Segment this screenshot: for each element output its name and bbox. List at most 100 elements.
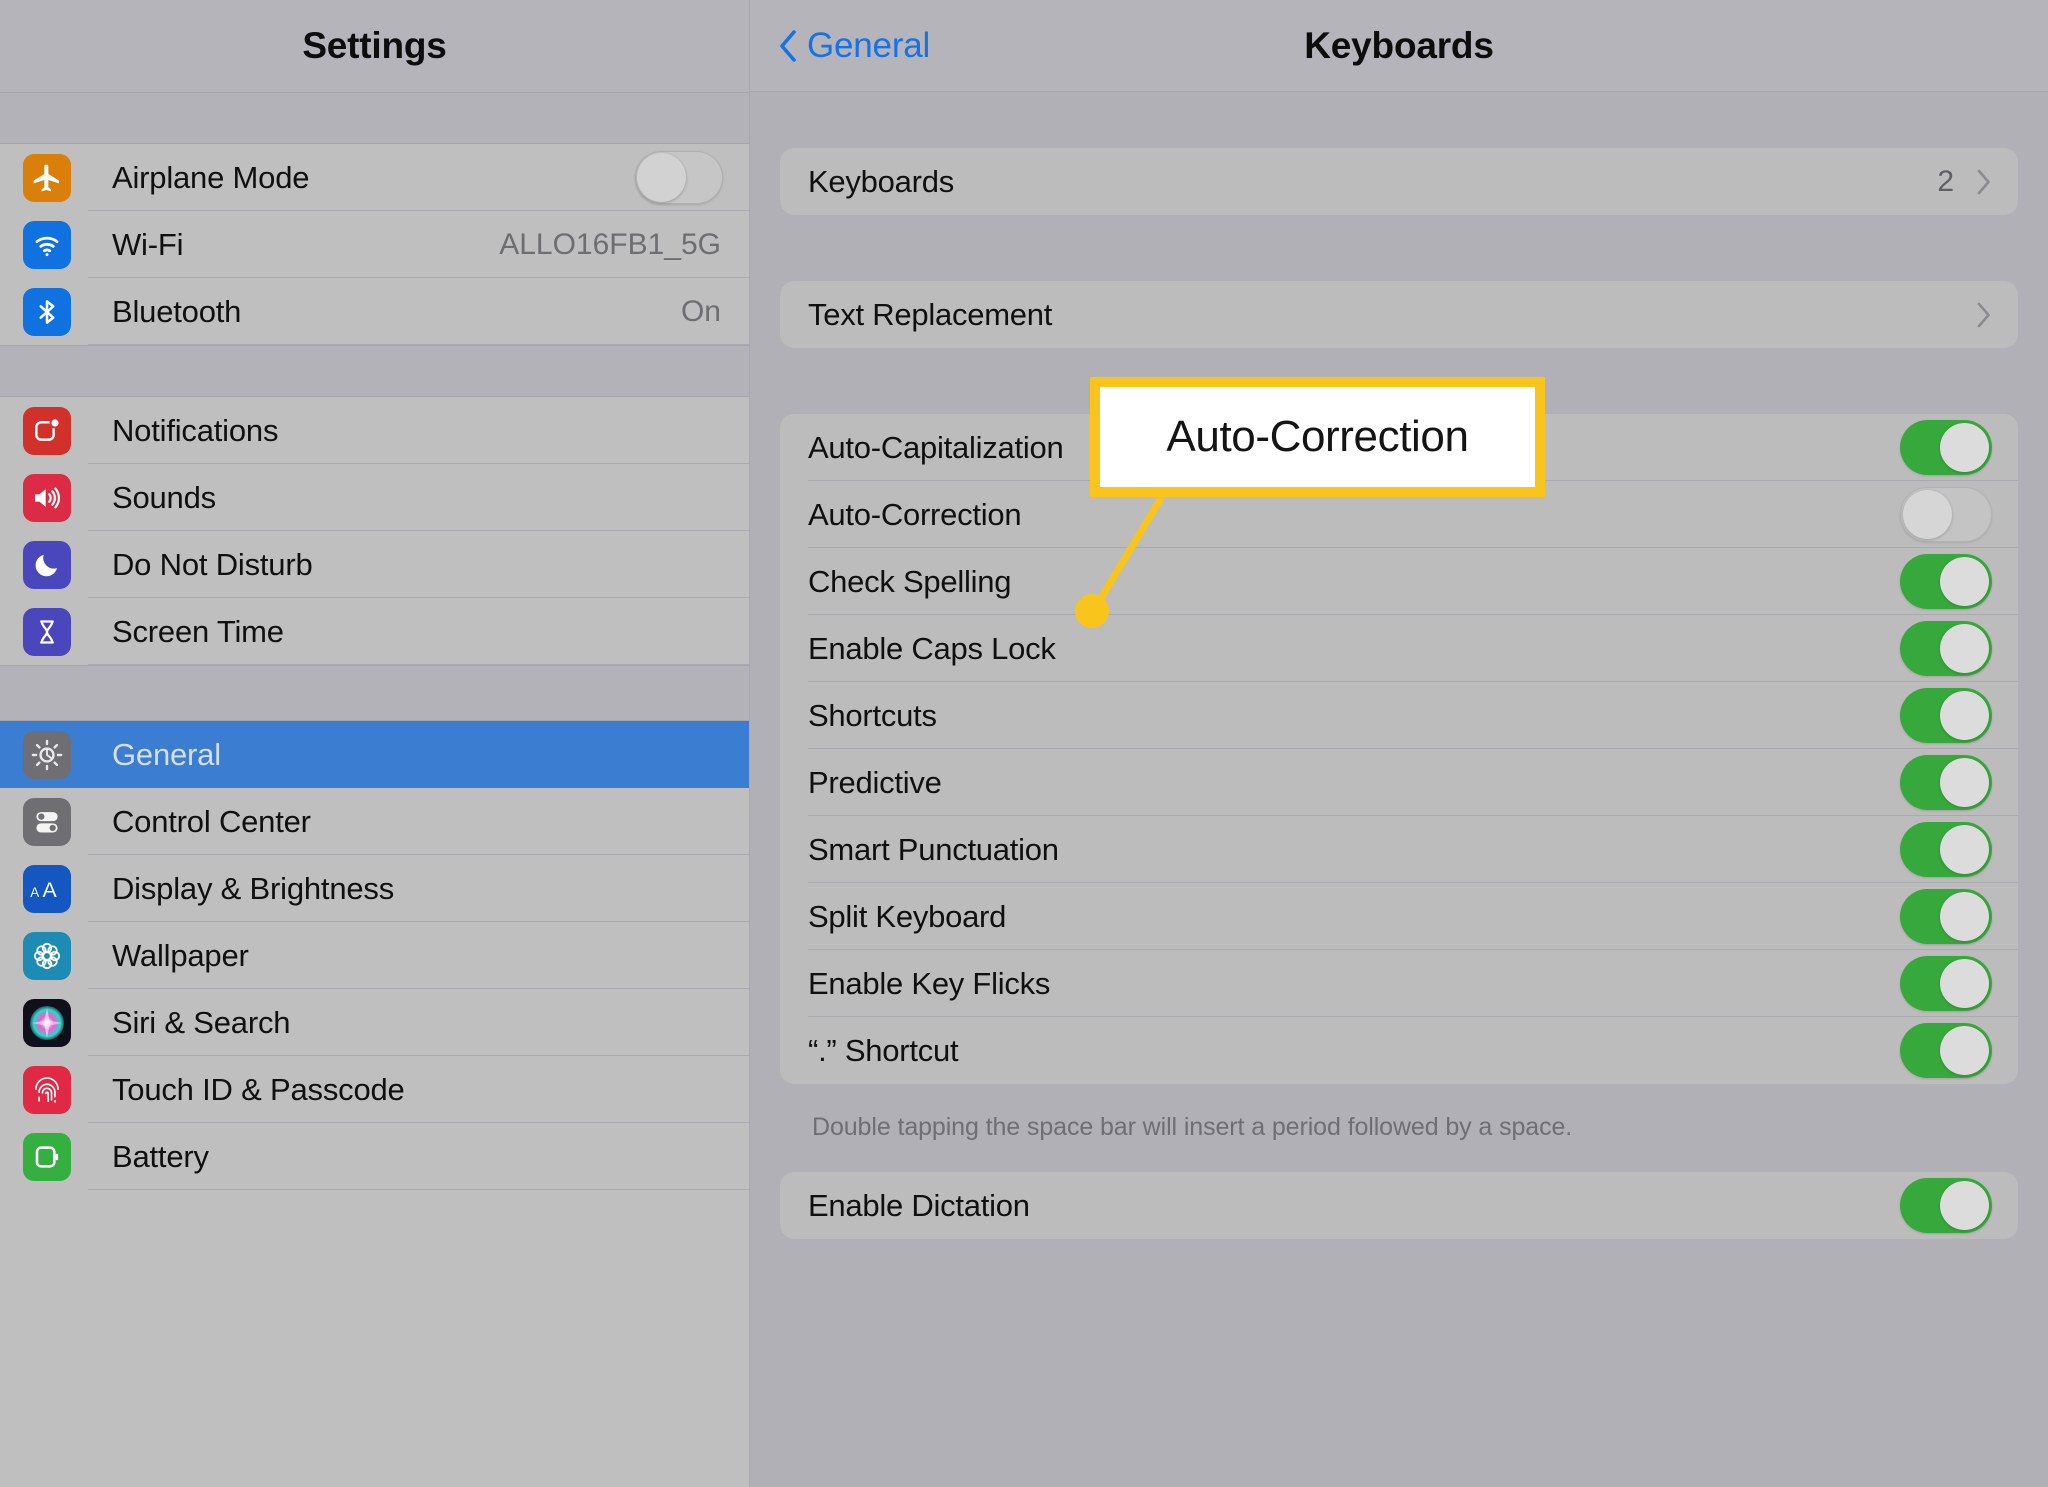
text-replacement-group: Text Replacement [780, 281, 2018, 348]
sidebar-item-label: General [112, 736, 221, 772]
sidebar-group-alerts: Notifications Sounds Do Not Disturb Scre… [0, 397, 749, 665]
sidebar-item-label: Do Not Disturb [112, 546, 313, 582]
airplane-icon [23, 153, 71, 202]
sidebar-item-bluetooth[interactable]: Bluetooth On [0, 278, 749, 345]
fingerprint-icon [23, 1065, 71, 1114]
sidebar-item-label: Notifications [112, 412, 279, 448]
sidebar-item-battery[interactable]: Battery [0, 1123, 749, 1190]
row-text-replacement[interactable]: Text Replacement [780, 281, 2018, 348]
body-top-spacer [780, 92, 2018, 148]
enable-caps-lock-toggle[interactable] [1900, 621, 1992, 676]
airplane-mode-toggle[interactable] [635, 151, 723, 204]
sidebar-item-sounds[interactable]: Sounds [0, 464, 749, 531]
sidebar-item-siri-search[interactable]: Siri & Search [0, 989, 749, 1056]
callout-label: Auto-Correction [1166, 412, 1469, 461]
sidebar-group-connectivity: Airplane Mode Wi-Fi ALLO16FB1_5G Bluetoo… [0, 144, 749, 345]
toggle-knob [637, 153, 686, 202]
sidebar-item-screen-time[interactable]: Screen Time [0, 598, 749, 665]
sidebar-item-control-center[interactable]: Control Center [0, 788, 749, 855]
auto-capitalization-toggle[interactable] [1900, 420, 1992, 475]
row-keyboards[interactable]: Keyboards 2 [780, 148, 2018, 215]
keyboards-group: Keyboards 2 [780, 148, 2018, 215]
sidebar-item-label: Wi-Fi [112, 226, 184, 262]
row-period-shortcut[interactable]: “.” Shortcut [780, 1017, 2018, 1084]
toggle-knob [1940, 825, 1989, 874]
row-predictive[interactable]: Predictive [780, 749, 2018, 816]
sidebar-group-system: General Control Center AA Display & Brig… [0, 721, 749, 1190]
enable-key-flicks-toggle[interactable] [1900, 956, 1992, 1011]
switches-icon [23, 797, 71, 846]
row-accessory [1900, 487, 1992, 542]
sidebar-item-display-brightness[interactable]: AA Display & Brightness [0, 855, 749, 922]
smart-punctuation-toggle[interactable] [1900, 822, 1992, 877]
toggle-knob [1940, 892, 1989, 941]
row-accessory [1900, 621, 1992, 676]
row-label: Smart Punctuation [808, 831, 1059, 867]
row-label: Shortcuts [808, 697, 937, 733]
back-button[interactable]: General [778, 26, 930, 66]
toggle-knob [1940, 423, 1989, 472]
check-spelling-toggle[interactable] [1900, 554, 1992, 609]
sidebar-item-label: Airplane Mode [112, 159, 310, 195]
sidebar-item-touch-id-passcode[interactable]: Touch ID & Passcode [0, 1056, 749, 1123]
sidebar-item-wifi[interactable]: Wi-Fi ALLO16FB1_5G [0, 211, 749, 278]
row-enable-dictation[interactable]: Enable Dictation [780, 1172, 2018, 1239]
text-size-icon: AA [23, 864, 71, 913]
row-accessory [1976, 301, 1992, 329]
shortcuts-toggle[interactable] [1900, 688, 1992, 743]
sidebar-item-do-not-disturb[interactable]: Do Not Disturb [0, 531, 749, 598]
row-accessory: 2 [1937, 165, 1992, 199]
row-accessory [1900, 755, 1992, 810]
auto-correction-toggle[interactable] [1900, 487, 1992, 542]
sidebar-header: Settings [0, 0, 749, 92]
keyboard-options-footnote: Double tapping the space bar will insert… [812, 1113, 1573, 1141]
hourglass-icon [23, 607, 71, 656]
sidebar-item-airplane-mode[interactable]: Airplane Mode [0, 144, 749, 211]
sidebar-group-spacer [0, 665, 749, 721]
svg-text:A: A [43, 878, 58, 901]
sidebar-item-general[interactable]: General [0, 721, 749, 788]
wifi-network-name: ALLO16FB1_5G [499, 227, 721, 261]
sidebar-item-wallpaper[interactable]: Wallpaper [0, 922, 749, 989]
bluetooth-state: On [680, 294, 721, 328]
split-keyboard-toggle[interactable] [1900, 889, 1992, 944]
enable-dictation-toggle[interactable] [1900, 1178, 1992, 1233]
toggle-knob [1940, 959, 1989, 1008]
bluetooth-icon [23, 287, 71, 336]
sidebar-item-notifications[interactable]: Notifications [0, 397, 749, 464]
predictive-toggle[interactable] [1900, 755, 1992, 810]
row-check-spelling[interactable]: Check Spelling [780, 548, 2018, 615]
row-shortcuts[interactable]: Shortcuts [780, 682, 2018, 749]
toggle-knob [1940, 1181, 1989, 1230]
row-accessory [1900, 889, 1992, 944]
speaker-icon [23, 473, 71, 522]
row-enable-key-flicks[interactable]: Enable Key Flicks [780, 950, 2018, 1017]
chevron-left-icon [780, 29, 796, 62]
sidebar-item-label: Wallpaper [112, 937, 249, 973]
row-accessory [1900, 688, 1992, 743]
wifi-icon [23, 220, 71, 269]
row-smart-punctuation[interactable]: Smart Punctuation [780, 816, 2018, 883]
row-label: Auto-Correction [808, 496, 1022, 532]
toggle-knob [1940, 624, 1989, 673]
battery-icon [23, 1132, 71, 1181]
gear-icon [23, 730, 71, 779]
row-divider [88, 344, 749, 345]
back-button-label: General [807, 25, 931, 65]
row-enable-caps-lock[interactable]: Enable Caps Lock [780, 615, 2018, 682]
sidebar-group-spacer [0, 345, 749, 397]
row-label: Text Replacement [808, 296, 1053, 332]
sidebar-item-label: Siri & Search [112, 1004, 291, 1040]
row-label: Auto-Capitalization [808, 429, 1064, 465]
row-divider [88, 1189, 749, 1190]
sidebar-item-label: Control Center [112, 803, 311, 839]
toggle-knob [1903, 490, 1952, 539]
sidebar-item-label: Display & Brightness [112, 870, 395, 906]
toggle-knob [1940, 691, 1989, 740]
period-shortcut-toggle[interactable] [1900, 1023, 1992, 1078]
sidebar-item-label: Screen Time [112, 613, 284, 649]
row-split-keyboard[interactable]: Split Keyboard [780, 883, 2018, 950]
toggle-knob [1940, 758, 1989, 807]
